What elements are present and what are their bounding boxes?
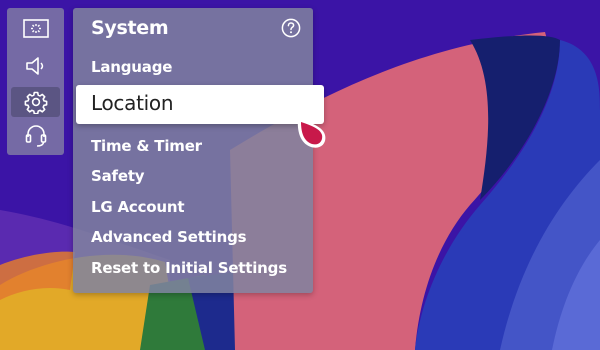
menu-item-safety[interactable]: Safety	[91, 167, 145, 185]
rail-item-picture[interactable]	[11, 14, 60, 44]
menu-item-lg-account[interactable]: LG Account	[91, 198, 185, 216]
menu-item-advanced-settings[interactable]: Advanced Settings	[91, 228, 247, 246]
panel-title: System	[91, 17, 169, 39]
sound-icon	[25, 57, 43, 75]
rail-item-support[interactable]	[11, 121, 60, 151]
support-headset-icon	[25, 125, 46, 147]
question-circle-icon[interactable]	[281, 18, 301, 38]
gear-icon	[24, 91, 47, 114]
menu-item-time-timer[interactable]: Time & Timer	[91, 137, 202, 155]
focused-item-label: Location	[91, 91, 174, 115]
remote-pointer-icon	[297, 118, 326, 148]
menu-item-location[interactable]: Location	[76, 85, 324, 124]
picture-icon	[22, 19, 49, 38]
rail-item-general[interactable]	[11, 87, 60, 117]
rail-item-sound[interactable]	[11, 51, 60, 81]
menu-item-reset[interactable]: Reset to Initial Settings	[91, 259, 287, 277]
system-menu-panel: System Language Time & Timer Safety LG A…	[73, 8, 313, 293]
menu-item-language[interactable]: Language	[91, 58, 172, 76]
category-rail	[7, 8, 64, 155]
